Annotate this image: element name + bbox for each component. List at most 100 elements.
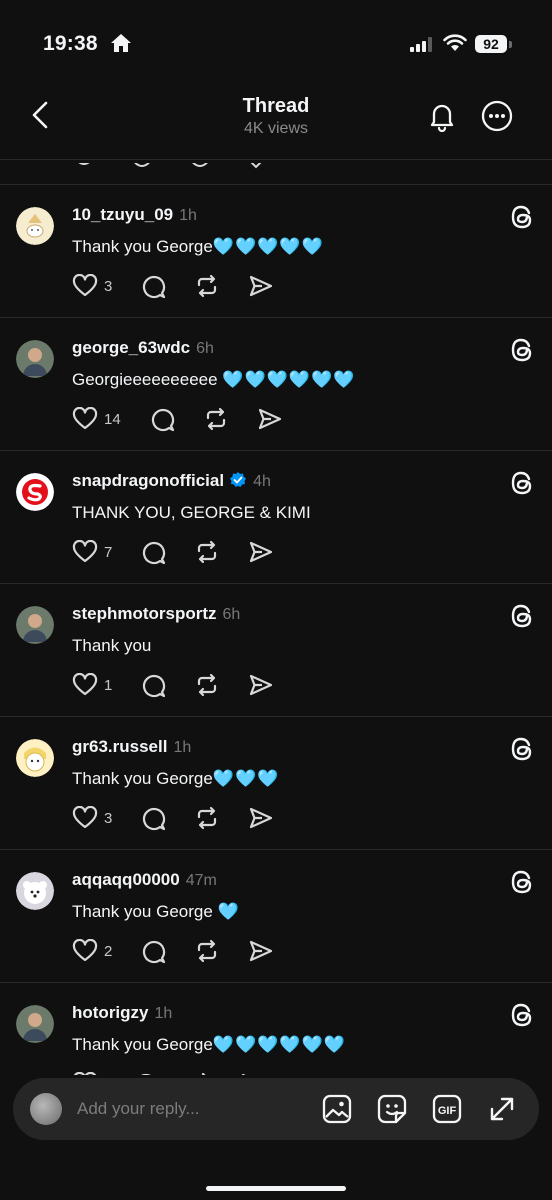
more-options-icon[interactable] [481, 100, 513, 132]
post-text-body: THANK YOU, GEORGE & KIMI [72, 503, 311, 522]
post-actions: 14 [72, 406, 311, 432]
post-time: 47m [185, 872, 217, 889]
comment-button[interactable] [140, 539, 166, 565]
like-button[interactable]: 3 [72, 806, 112, 830]
username[interactable]: hotorigzy [72, 1003, 149, 1022]
image-icon[interactable] [321, 1093, 353, 1125]
post-actions: 1 [72, 672, 302, 698]
username[interactable]: aqqaqq00000 [72, 870, 180, 889]
post-time: 6h [222, 606, 241, 623]
user-avatar[interactable] [16, 340, 54, 378]
share-icon [240, 1071, 266, 1075]
post-time: 1h [154, 1005, 173, 1022]
user-avatar[interactable] [16, 473, 54, 511]
page-title: Thread [242, 95, 310, 117]
like-button[interactable]: 1 [72, 673, 112, 697]
post-meta: snapdragonofficial 4h [72, 471, 271, 494]
replies-feed[interactable]: 10_tzuyu_09 1h Thank you George🩵🩵🩵🩵🩵 3 georg… [0, 185, 552, 1075]
user-avatar[interactable] [16, 739, 54, 777]
share-button[interactable] [240, 1071, 266, 1075]
repost-button[interactable] [194, 273, 220, 299]
user-avatar[interactable] [16, 606, 54, 644]
heart-emojis: 🩵🩵🩵 [212, 769, 280, 788]
comment-button[interactable] [140, 672, 166, 698]
home-indicator [206, 1186, 346, 1191]
home-icon [111, 34, 131, 52]
comment-icon [140, 805, 166, 831]
share-button[interactable] [248, 539, 274, 565]
post-meta: hotorigzy 1h [72, 1003, 172, 1023]
post-text-body: Thank you [72, 636, 152, 655]
repost-button[interactable] [186, 1071, 212, 1075]
comment-icon [149, 406, 175, 432]
share-icon [248, 539, 274, 565]
like-count: 7 [104, 543, 113, 561]
reply-post[interactable]: snapdragonofficial 4h THANK YOU, GEORGE & … [0, 451, 552, 584]
repost-button[interactable] [194, 672, 220, 698]
repost-button[interactable] [194, 938, 220, 964]
heart-icon [72, 407, 98, 431]
gif-icon[interactable]: GIF [431, 1093, 463, 1125]
threads-icon[interactable] [508, 735, 536, 768]
threads-icon[interactable] [508, 336, 536, 369]
share-button[interactable] [248, 672, 274, 698]
username[interactable]: george_63wdc [72, 338, 190, 357]
user-avatar[interactable] [16, 872, 54, 910]
reply-input[interactable] [77, 1096, 297, 1122]
threads-icon[interactable] [508, 602, 536, 635]
post-text: Thank you [72, 636, 151, 656]
comment-button[interactable] [149, 406, 175, 432]
like-button[interactable]: 7 [72, 540, 112, 564]
like-button[interactable]: 14 [72, 407, 121, 431]
username[interactable]: gr63.russell [72, 737, 167, 756]
repost-icon [203, 406, 229, 432]
threads-icon[interactable] [508, 1001, 536, 1034]
heart-icon [72, 673, 98, 697]
share-button[interactable] [257, 406, 283, 432]
like-count: 1 [104, 676, 113, 694]
reply-post[interactable]: 10_tzuyu_09 1h Thank you George🩵🩵🩵🩵🩵 3 [0, 185, 552, 318]
comment-icon [140, 672, 166, 698]
threads-icon[interactable] [508, 469, 536, 502]
like-count: 3 [104, 809, 113, 827]
threads-icon[interactable] [508, 868, 536, 901]
like-button[interactable]: 2 [72, 939, 112, 963]
comment-icon [140, 273, 166, 299]
repost-button[interactable] [203, 406, 229, 432]
reply-post[interactable]: stephmotorsportz 6h Thank you 1 [0, 584, 552, 717]
reply-post[interactable]: gr63.russell 1h Thank you George🩵🩵🩵 3 [0, 717, 552, 850]
reply-post[interactable]: aqqaqq00000 47m Thank you George 🩵 2 [0, 850, 552, 983]
comment-button[interactable] [140, 805, 166, 831]
comment-button[interactable] [140, 273, 166, 299]
username[interactable]: 10_tzuyu_09 [72, 205, 173, 224]
like-button[interactable]: 3 [72, 274, 112, 298]
post-text-body: Thank you George [72, 237, 213, 256]
username[interactable]: stephmotorsportz [72, 604, 217, 623]
repost-button[interactable] [194, 805, 220, 831]
bell-icon[interactable] [426, 100, 458, 132]
like-button[interactable] [72, 1072, 104, 1075]
user-avatar[interactable] [16, 207, 54, 245]
reply-post[interactable]: george_63wdc 6h Georgieeeeeeeeee 🩵🩵🩵🩵🩵🩵 14 [0, 318, 552, 451]
comment-icon [140, 938, 166, 964]
heart-icon [72, 540, 98, 564]
user-avatar[interactable] [16, 1005, 54, 1043]
expand-icon[interactable] [486, 1093, 518, 1125]
share-icon [248, 672, 274, 698]
heart-emojis: 🩵🩵🩵🩵🩵🩵 [222, 370, 356, 389]
user-avatar [30, 1093, 62, 1125]
post-time: 4h [253, 473, 271, 490]
cellular-signal-icon [410, 37, 432, 52]
username[interactable]: snapdragonofficial [72, 471, 224, 490]
post-time: 1h [179, 207, 197, 224]
share-button[interactable] [248, 805, 274, 831]
comment-button[interactable] [140, 938, 166, 964]
repost-button[interactable] [194, 539, 220, 565]
share-button[interactable] [248, 938, 274, 964]
threads-icon[interactable] [508, 203, 536, 236]
reply-post[interactable]: hotorigzy 1h Thank you George🩵🩵🩵🩵🩵🩵 [0, 983, 552, 1075]
share-button[interactable] [248, 273, 274, 299]
post-text-body: Georgieeeeeeeeee [72, 370, 223, 389]
comment-button[interactable] [132, 1071, 158, 1075]
sticker-icon[interactable] [376, 1093, 408, 1125]
